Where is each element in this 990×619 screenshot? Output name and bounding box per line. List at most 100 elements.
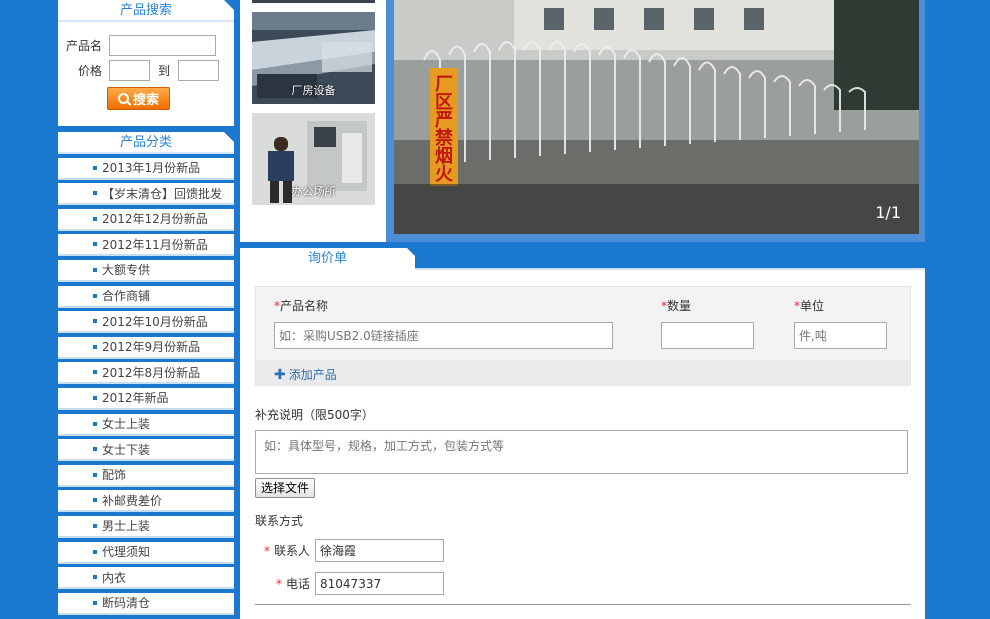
plus-icon: ✚ [274,366,286,383]
category-item-label: 代理须知 [102,545,151,559]
price-max-input[interactable] [178,60,220,81]
bullet-icon [93,472,97,477]
bullet-icon [93,523,97,528]
bullet-icon [93,319,97,324]
bullet-icon [93,267,97,272]
photo-thumbnails: 厂房设备 办公场所 [240,0,386,242]
product-entry-box: *产品名称 *数量 *单位 ✚ 添加产品 [255,286,911,386]
bullet-icon [93,395,97,400]
category-item[interactable]: 2012年10月份新品 [58,311,234,334]
bullet-icon [93,498,97,503]
quantity-field-label: *数量 [661,297,691,314]
category-item[interactable]: 配饰 [58,464,234,487]
category-item[interactable]: 合作商铺 [58,285,234,308]
product-name-field[interactable] [274,322,613,349]
phone-input[interactable] [315,572,445,595]
contact-person-input[interactable] [315,539,445,562]
bullet-icon [93,165,97,170]
category-item[interactable]: 2012年9月份新品 [58,336,234,359]
inquiry-form: 询价单 *产品名称 *数量 *单位 ✚ 添加产品 补充说明（限500字） 选择文… [240,248,925,619]
unit-field[interactable] [794,322,887,349]
category-item[interactable]: 2012年8月份新品 [58,362,234,385]
quantity-field-label-text: 数量 [667,299,692,313]
left-sidebar: 产品搜索 产品名 价格 到 搜索 产品分类 2013年1月份新品 【岁末清仓】回… [58,0,234,619]
category-item[interactable]: 2013年1月份新品 [58,157,234,180]
phone-row: * 电话 [276,572,445,595]
category-item[interactable]: 代理须知 [58,541,234,564]
category-item-label: 补邮费差价 [102,493,163,508]
category-item[interactable]: 2012年新品 [58,387,234,410]
category-item[interactable]: 断码清仓 [58,592,234,615]
panel-corner-decoration [224,0,234,10]
category-item-label: 大额专供 [102,263,151,278]
add-product-button[interactable]: ✚ 添加产品 [274,366,337,383]
thumbnail-caption: 厂房设备 [291,84,336,97]
price-row: 价格 到 [78,60,220,81]
tab-corner-decoration [407,248,415,256]
product-category-title: 产品分类 [58,132,234,154]
category-item[interactable]: 大额专供 [58,259,234,282]
product-name-field-label-text: 产品名称 [280,299,329,313]
choose-file-button[interactable]: 选择文件 [255,478,316,498]
category-item-label: 2012年8月份新品 [102,365,201,380]
category-item[interactable]: 内衣 [58,567,234,590]
panel-corner-decoration [224,132,234,142]
search-button-label: 搜索 [132,93,159,108]
tab-inquiry-label: 询价单 [307,251,347,266]
thumbnail-caption: 办公场所 [291,185,336,198]
required-marker: * [264,543,270,558]
product-category-title-text: 产品分类 [119,135,172,150]
category-item-label: 2012年12月份新品 [102,212,208,227]
add-product-label: 添加产品 [288,368,337,382]
thumbnail-office[interactable]: 办公场所 [252,113,375,205]
unit-field-label: *单位 [794,297,824,314]
product-name-field-label: *产品名称 [274,297,328,314]
product-name-row: 产品名 [66,35,217,56]
bullet-icon [93,447,97,452]
unit-field-label-text: 单位 [800,299,825,313]
price-min-input[interactable] [109,60,151,81]
bullet-icon [93,344,97,349]
category-item-label: 【岁末清仓】回馈批发 [102,186,223,201]
category-item-label: 男士上装 [102,519,151,534]
product-search-title-text: 产品搜索 [119,3,172,18]
contact-person-label: 联系人 [274,544,311,558]
remark-label: 补充说明（限500字） [255,408,374,422]
tab-bar-background [415,248,925,268]
remark-textarea[interactable] [255,430,908,474]
price-to-label: 到 [158,64,171,78]
tab-inquiry[interactable]: 询价单 [240,248,415,270]
quantity-field[interactable] [661,322,754,349]
banner-caption-strip: 1/1 [394,184,919,234]
bullet-icon [93,370,97,375]
category-item[interactable]: 女士下装 [58,439,234,462]
category-item[interactable]: 女士上装 [58,413,234,436]
category-item[interactable]: 2012年12月份新品 [58,208,234,231]
category-item[interactable]: 2012年11月份新品 [58,234,234,257]
bullet-icon [93,575,97,580]
banner-image[interactable]: 厂 区 严 禁 烟 火 1/1 [394,0,919,234]
category-item[interactable]: 补邮费差价 [58,490,234,513]
contact-person-row: * 联系人 [264,539,445,562]
product-name-input[interactable] [109,35,217,56]
category-item-label: 断码清仓 [102,596,151,611]
thumbnail-partial[interactable] [252,0,375,3]
thumbnail-factory-equipment[interactable]: 厂房设备 [252,12,375,104]
search-button[interactable]: 搜索 [107,87,170,110]
gate-sign-char: 火 [435,164,454,185]
contact-section-label: 联系方式 [255,514,304,528]
category-item-label: 配饰 [102,468,127,483]
category-item-label: 2012年10月份新品 [102,314,208,329]
search-icon [117,93,129,104]
category-list: 2013年1月份新品 【岁末清仓】回馈批发 2012年12月份新品 2012年1… [58,157,234,615]
category-item-label: 合作商铺 [102,289,151,304]
category-item[interactable]: 男士上装 [58,515,234,538]
bullet-icon [93,600,97,605]
category-item-label: 2012年新品 [102,391,169,406]
category-item-label: 2012年9月份新品 [102,340,201,355]
bullet-icon [93,549,97,554]
category-item-label: 2013年1月份新品 [102,161,201,176]
banner-slideshow: 厂 区 严 禁 烟 火 1/1 [386,0,925,242]
category-item[interactable]: 【岁末清仓】回馈批发 [58,183,234,206]
category-item-label: 女士下装 [102,442,151,457]
